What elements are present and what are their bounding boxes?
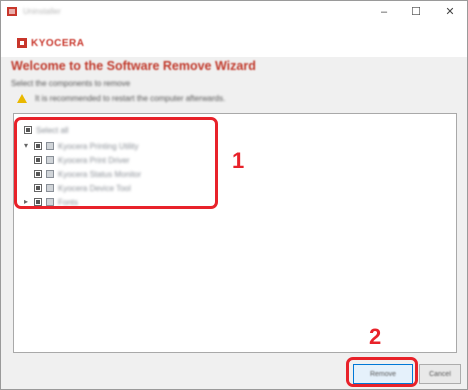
title-bar: Uninstaller – ☐ ✕ bbox=[1, 1, 467, 23]
logo-text: KYOCERA bbox=[31, 37, 85, 49]
wizard-intro: Welcome to the Software Remove Wizard Se… bbox=[11, 59, 457, 103]
callout-number-1: 1 bbox=[232, 148, 245, 173]
callout-highlight-remove bbox=[346, 357, 418, 387]
warning-text: It is recommended to restart the compute… bbox=[35, 94, 226, 103]
cancel-button[interactable]: Cancel bbox=[419, 364, 461, 384]
maximize-button[interactable]: ☐ bbox=[401, 2, 431, 22]
cancel-button-label: Cancel bbox=[429, 370, 451, 378]
app-icon bbox=[7, 7, 17, 16]
warning-icon bbox=[17, 94, 27, 103]
brand-header: KYOCERA bbox=[1, 23, 467, 57]
kyocera-logo: KYOCERA bbox=[17, 37, 85, 49]
minimize-button[interactable]: – bbox=[369, 2, 399, 22]
wizard-subtext: Select the components to remove bbox=[11, 79, 131, 88]
warning-row: It is recommended to restart the compute… bbox=[11, 94, 457, 103]
close-button[interactable]: ✕ bbox=[435, 2, 465, 22]
logo-mark-icon bbox=[17, 38, 27, 48]
callout-highlight-tree bbox=[14, 117, 218, 209]
callout-number-2: 2 bbox=[369, 324, 382, 349]
wizard-heading: Welcome to the Software Remove Wizard bbox=[11, 59, 256, 73]
window-title: Uninstaller bbox=[23, 7, 61, 16]
